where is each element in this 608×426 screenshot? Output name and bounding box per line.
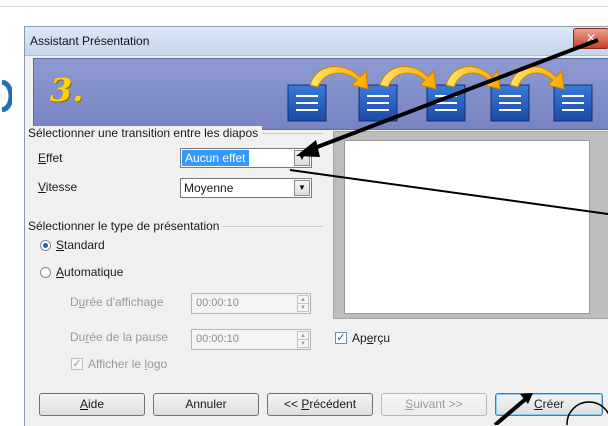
cancel-button[interactable]: Annuler (153, 393, 259, 416)
wizard-step-banner: 3. (33, 58, 608, 130)
background-logo-fragment (0, 80, 12, 112)
automatic-radio[interactable] (40, 267, 51, 278)
effect-dropdown[interactable]: Aucun effet ▼ (180, 148, 312, 168)
slide-icon (287, 84, 327, 122)
slide-icon (553, 84, 593, 122)
transition-arrow-icon (445, 66, 501, 90)
chevron-down-icon[interactable]: ▼ (294, 150, 310, 166)
display-duration-value: 00:00:10 (196, 297, 239, 309)
effect-label: Effet (38, 151, 63, 165)
speed-label: Vitesse (38, 180, 78, 194)
preview-checkbox[interactable]: ✓ (335, 332, 347, 344)
triangle-down-icon[interactable]: ▼ (297, 339, 309, 348)
standard-radio[interactable] (40, 240, 51, 251)
previous-button[interactable]: << Précédent (267, 393, 373, 416)
transition-group-label: Sélectionner une transition entre les di… (28, 126, 263, 140)
background-rule (0, 6, 608, 7)
transition-arrow-icon (309, 66, 369, 90)
create-button[interactable]: Créer (495, 393, 603, 416)
preview-canvas (344, 140, 590, 314)
help-button[interactable]: Aide (39, 393, 145, 416)
checkmark-icon: ✓ (336, 332, 346, 344)
display-duration-spinner[interactable]: 00:00:10 ▲ ▼ (191, 293, 311, 314)
effect-dropdown-value: Aucun effet (182, 150, 249, 166)
next-button[interactable]: Suivant >> (381, 393, 487, 416)
automatic-radio-label[interactable]: Automatique (56, 265, 123, 279)
checkmark-icon: ✓ (72, 358, 82, 370)
dialog-titlebar: Assistant Présentation ✕ (25, 27, 608, 56)
slide-icon (426, 84, 466, 122)
speed-dropdown[interactable]: Moyenne ▼ (180, 178, 312, 198)
show-logo-checkbox[interactable]: ✓ (71, 358, 83, 370)
transition-arrow-icon (509, 66, 565, 90)
preview-panel (333, 131, 608, 319)
pause-duration-spinner[interactable]: 00:00:10 ▲ ▼ (191, 329, 311, 350)
transition-arrow-icon (379, 66, 437, 90)
slide-icon (490, 84, 530, 122)
triangle-down-icon[interactable]: ▼ (297, 303, 309, 312)
show-logo-label: Afficher le logo (88, 357, 168, 371)
display-duration-label: Durée d'affichage (70, 295, 164, 309)
preview-checkbox-label[interactable]: Aperçu (352, 331, 390, 345)
chevron-down-icon[interactable]: ▼ (294, 180, 310, 196)
slide-icon (358, 84, 398, 122)
presentation-type-group-label: Sélectionner le type de présentation (28, 219, 224, 233)
pause-duration-label: Durée de la pause (70, 330, 169, 344)
close-button[interactable]: ✕ (573, 28, 608, 49)
speed-dropdown-value: Moyenne (184, 181, 234, 195)
pause-duration-value: 00:00:10 (196, 333, 239, 345)
slide-sequence-graphic (287, 66, 593, 122)
dialog-title: Assistant Présentation (30, 34, 150, 48)
close-icon: ✕ (585, 31, 597, 45)
standard-radio-label[interactable]: Standard (56, 238, 105, 252)
presentation-wizard-dialog: Assistant Présentation ✕ 3. Sélectionner… (24, 26, 608, 426)
